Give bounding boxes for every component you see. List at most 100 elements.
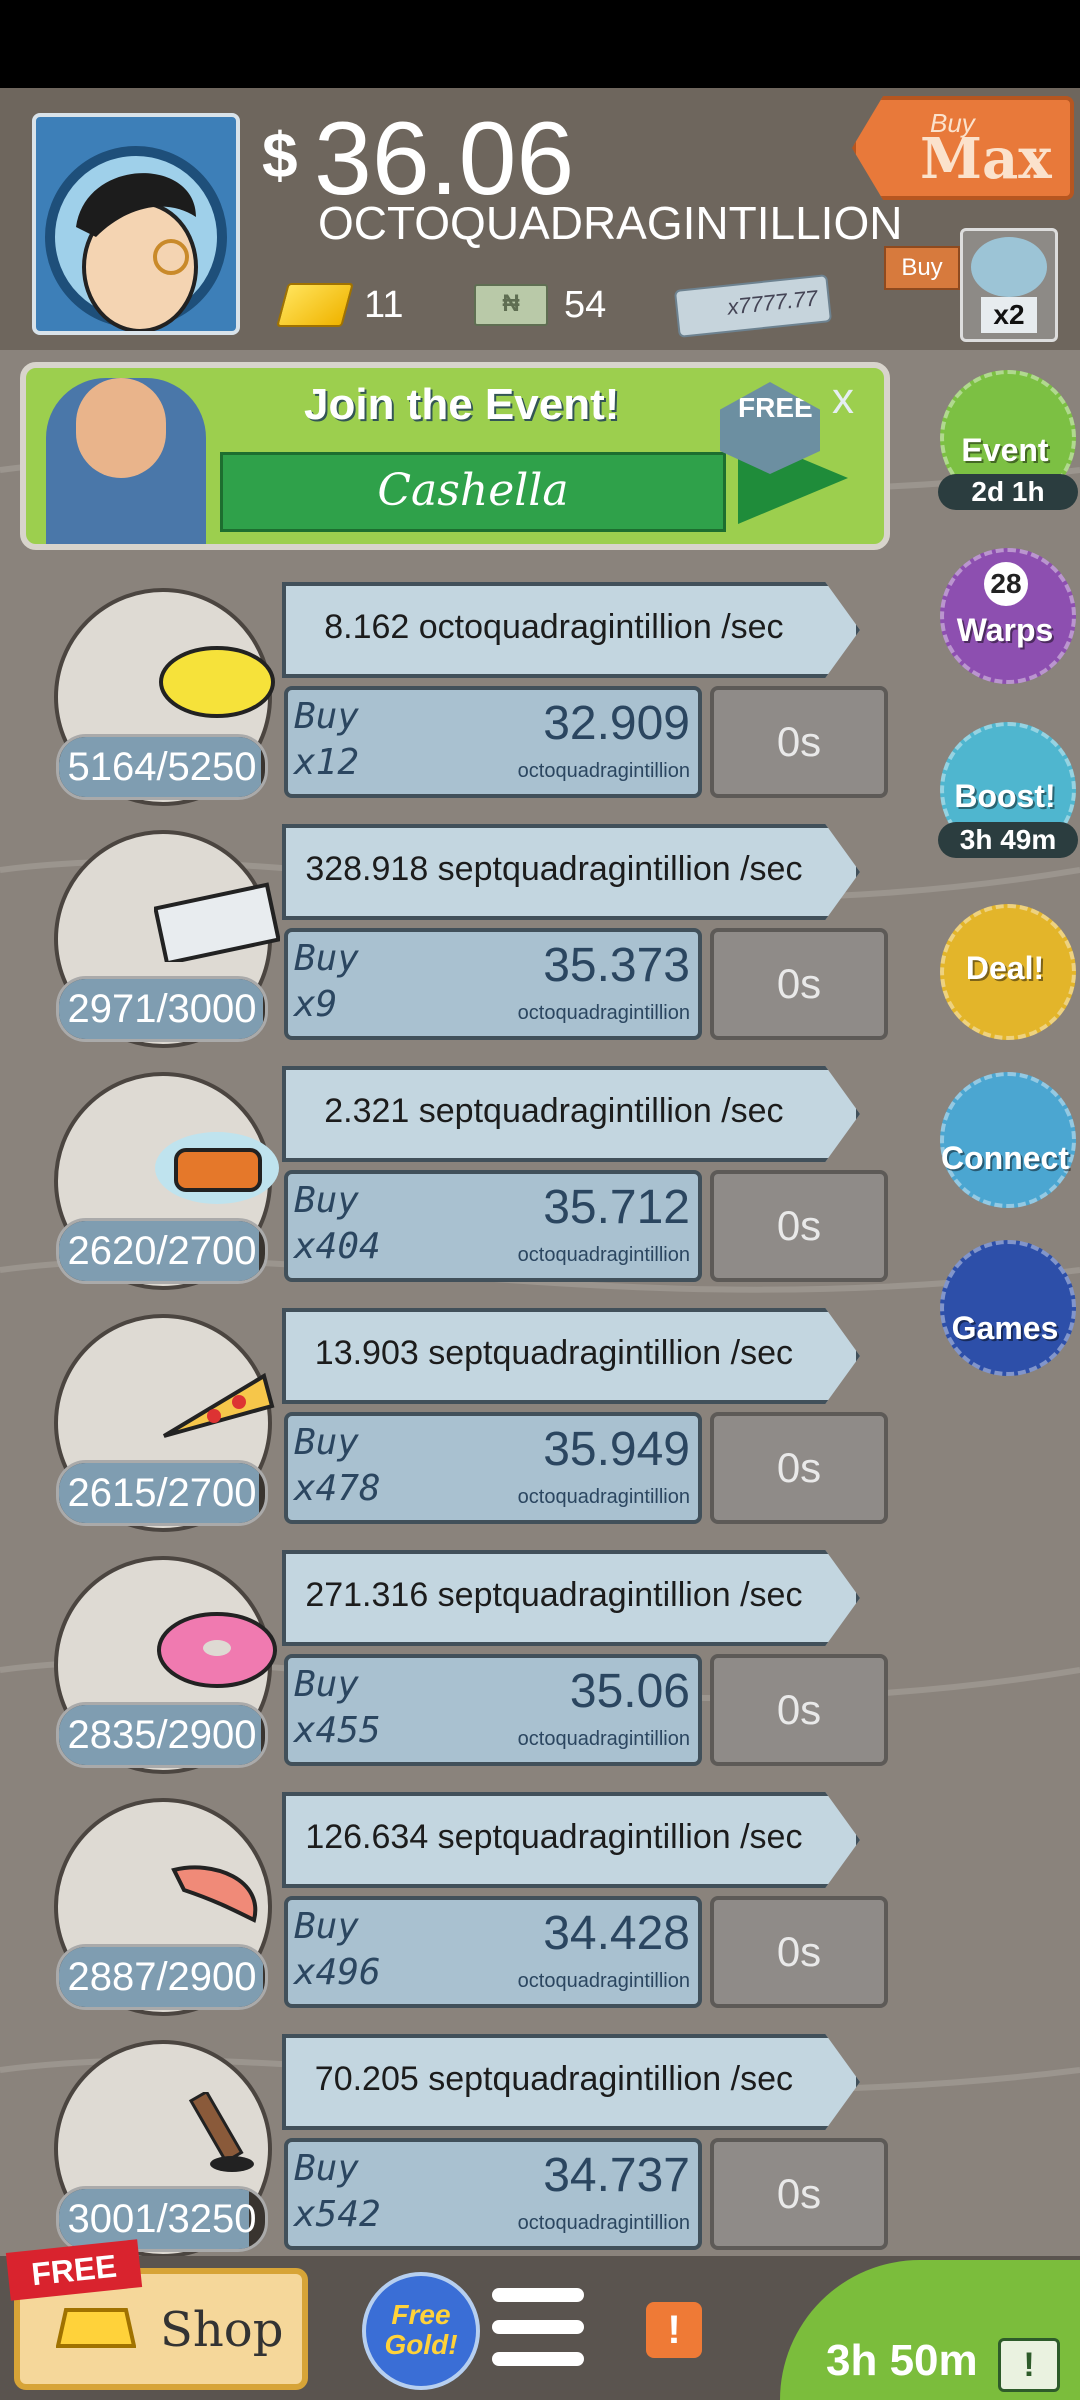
tv-icon: ! [998,2338,1060,2392]
deal-badge[interactable]: Deal! [940,904,1076,1040]
free-gold-button[interactable]: Free Gold! [362,2272,480,2390]
profit-rate: 328.918 septquadragintillion /sec [305,850,803,888]
profit-bar[interactable]: 13.903 septquadragintillion /sec [282,1308,860,1404]
profit-rate: 2.321 septquadragintillion /sec [324,1092,784,1130]
connect-badge[interactable]: Connect [940,1072,1076,1208]
profit-rate: 8.162 octoquadragintillion /sec [324,608,784,646]
warps-badge[interactable]: 28 Warps [940,548,1076,684]
owned-count: 2887/2900 [56,1944,268,2010]
multiplier-label: x2 [981,297,1037,333]
currency-symbol: $ [262,119,298,191]
buy-price: 34.737 [543,2149,690,2202]
cycle-timer: 0s [710,1412,888,1524]
free-gold-label: Free Gold! [384,2299,458,2360]
buy-label: Buy [294,1664,360,1705]
megabuck-icon: ₦ [474,284,548,326]
profit-rate: 126.634 septquadragintillion /sec [305,1818,803,1856]
buy-button[interactable]: Buy x455 35.06 octoquadragintillion [284,1654,702,1766]
buy-multiplier-button[interactable]: Buy [884,246,960,290]
profit-bar[interactable]: 271.316 septquadragintillion /sec [282,1550,860,1646]
boost-timer: 3h 49m [938,822,1078,858]
connect-label: Connect [941,1140,1069,1176]
cycle-timer: 0s [710,928,888,1040]
buy-price-unit: octoquadragintillion [517,2212,690,2234]
owned-count: 3001/3250 [56,2186,268,2252]
warps-label: Warps [956,612,1054,648]
player-avatar[interactable] [32,113,240,335]
buy-quantity: x12 [294,742,360,783]
buy-price-unit: octoquadragintillion [517,1244,690,1266]
deal-label: Deal! [965,950,1045,986]
owned-count: 2620/2700 [56,1218,268,1284]
lemon-icon [159,646,275,718]
megabucks-count: 54 [564,283,607,326]
buy-label: Buy [294,1906,360,1947]
buy-price-unit: octoquadragintillion [517,1486,690,1508]
cycle-timer: 0s [710,1896,888,2008]
profit-bar[interactable]: 70.205 septquadragintillion /sec [282,2034,860,2130]
car-icon [971,237,1047,297]
car-icon [155,1132,279,1204]
hockey-icon [188,2092,254,2172]
boost-label: Boost! [954,778,1056,814]
buy-price: 34.428 [543,1907,690,1960]
multiplier-card[interactable]: x2 [960,228,1058,342]
profit-rate: 13.903 septquadragintillion /sec [314,1334,794,1372]
buy-quantity: x9 [294,984,338,1025]
buy-button[interactable]: Buy x12 32.909 octoquadragintillion [284,686,702,798]
pizza-icon [162,1372,275,1438]
buy-button[interactable]: Buy x478 35.949 octoquadragintillion [284,1412,702,1524]
games-badge[interactable]: Games [940,1240,1076,1376]
event-timer: 2d 1h [938,474,1078,510]
buy-price-unit: octoquadragintillion [517,1002,690,1024]
buy-max-button[interactable]: Buy Max [852,96,1074,200]
alert-icon[interactable]: ! [646,2302,702,2358]
buy-quantity: x404 [294,1226,381,1267]
free-label: FREE [738,392,813,423]
owned-label: 3001/3250 [67,2197,257,2241]
event-banner[interactable]: Join the Event! Cashella FREE x [20,362,890,550]
gold-bar-icon [276,283,354,327]
profit-rate: 271.316 septquadragintillion /sec [305,1576,803,1614]
buy-quantity: x542 [294,2194,381,2235]
buy-button[interactable]: Buy x9 35.373 octoquadragintillion [284,928,702,1040]
status-bar [0,0,1080,88]
business-row: 2971/3000 328.918 septquadragintillion /… [0,824,900,1054]
close-icon[interactable]: x [832,374,854,424]
owned-label: 5164/5250 [67,745,257,789]
tv-timer: 3h 50m [826,2336,978,2385]
event-name: Cashella [377,465,569,516]
games-icon [940,1240,1076,1376]
profit-bar[interactable]: 126.634 septquadragintillion /sec [282,1792,860,1888]
gold-bar-icon [56,2308,136,2348]
donut-icon [157,1612,277,1688]
buy-price: 35.373 [543,939,690,992]
cycle-timer: 0s [710,1654,888,1766]
profit-bar[interactable]: 2.321 septquadragintillion /sec [282,1066,860,1162]
megabucks-counter[interactable]: ₦ 54 [474,280,606,330]
warps-count: 28 [984,562,1028,606]
menu-icon[interactable] [492,2288,584,2368]
business-row: 5164/5250 8.162 octoquadragintillion /se… [0,582,900,812]
buy-button[interactable]: Buy x542 34.737 octoquadragintillion [284,2138,702,2250]
buy-price: 32.909 [543,697,690,750]
cycle-timer: 0s [710,2138,888,2250]
buy-price: 35.712 [543,1181,690,1234]
buy-quantity: x478 [294,1468,381,1509]
business-row: 3001/3250 70.205 septquadragintillion /s… [0,2034,900,2264]
buy-quantity: x496 [294,1952,381,1993]
buy-button[interactable]: Buy x496 34.428 octoquadragintillion [284,1896,702,2008]
profit-bar[interactable]: 8.162 octoquadragintillion /sec [282,582,860,678]
buy-label: Buy [294,696,360,737]
gold-counter[interactable]: 11 [276,280,404,330]
business-row: 2835/2900 271.316 septquadragintillion /… [0,1550,900,1780]
event-badge[interactable]: Event 2d 1h [938,370,1078,510]
buy-button[interactable]: Buy x404 35.712 octoquadragintillion [284,1170,702,1282]
boost-badge[interactable]: Boost! 3h 49m [938,722,1078,858]
buy-price-unit: octoquadragintillion [517,1728,690,1750]
profit-bar[interactable]: 328.918 septquadragintillion /sec [282,824,860,920]
gold-count: 11 [364,283,404,326]
buy-quantity: x455 [294,1710,381,1751]
owned-count: 2615/2700 [56,1460,268,1526]
buy-price-unit: octoquadragintillion [517,760,690,782]
